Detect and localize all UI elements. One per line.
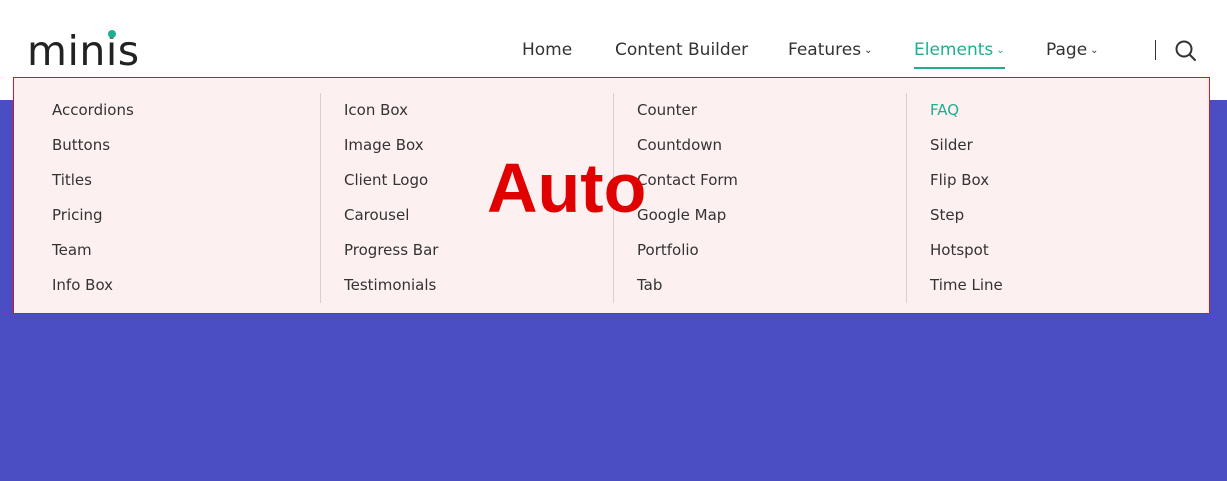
menu-item-client-logo[interactable]: Client Logo	[344, 170, 428, 190]
menu-item-image-box[interactable]: Image Box	[344, 135, 424, 155]
menu-item-step[interactable]: Step	[930, 205, 964, 225]
chevron-down-icon: ⌄	[864, 45, 873, 56]
nav-item-label: Home	[522, 40, 573, 60]
menu-item-icon-box[interactable]: Icon Box	[344, 100, 408, 120]
mega-menu-column-4: FAQ Silder Flip Box Step Hotspot Time Li…	[906, 93, 1198, 303]
menu-item-contact-form[interactable]: Contact Form	[637, 170, 738, 190]
nav-item-content-builder[interactable]: Content Builder	[615, 38, 748, 62]
auto-annotation-label: Auto	[487, 149, 647, 227]
menu-item-flip-box[interactable]: Flip Box	[930, 170, 989, 190]
nav-item-label: Features	[788, 40, 862, 60]
menu-item-info-box[interactable]: Info Box	[52, 275, 113, 295]
logo-dot	[107, 30, 116, 38]
mega-menu-column-1: Accordions Buttons Titles Pricing Team I…	[52, 93, 344, 303]
menu-item-countdown[interactable]: Countdown	[637, 135, 722, 155]
column-divider	[320, 93, 321, 303]
nav-item-features[interactable]: Features ⌄	[788, 38, 873, 65]
nav-divider	[1155, 40, 1156, 60]
menu-item-tab[interactable]: Tab	[637, 275, 662, 295]
menu-item-buttons[interactable]: Buttons	[52, 135, 110, 155]
menu-item-carousel[interactable]: Carousel	[344, 205, 409, 225]
menu-item-hotspot[interactable]: Hotspot	[930, 240, 989, 260]
nav-item-elements[interactable]: Elements ⌄	[914, 38, 1005, 69]
menu-item-faq[interactable]: FAQ	[930, 100, 959, 120]
menu-item-pricing[interactable]: Pricing	[52, 205, 103, 225]
nav-item-label: Elements	[914, 40, 994, 60]
nav-item-home[interactable]: Home	[522, 38, 572, 62]
menu-item-google-map[interactable]: Google Map	[637, 205, 726, 225]
menu-item-testimonials[interactable]: Testimonials	[344, 275, 436, 295]
search-icon[interactable]	[1175, 40, 1197, 62]
column-divider	[906, 93, 907, 303]
nav-item-label: Content Builder	[615, 40, 749, 60]
menu-item-accordions[interactable]: Accordions	[52, 100, 134, 120]
menu-item-team[interactable]: Team	[52, 240, 92, 260]
menu-item-progress-bar[interactable]: Progress Bar	[344, 240, 438, 260]
menu-item-portfolio[interactable]: Portfolio	[637, 240, 699, 260]
nav-item-label: Page	[1046, 40, 1088, 60]
chevron-down-icon: ⌄	[996, 45, 1005, 56]
mega-menu-column-3: Counter Countdown Contact Form Google Ma…	[613, 93, 905, 303]
menu-item-counter[interactable]: Counter	[637, 100, 697, 120]
menu-item-time-line[interactable]: Time Line	[930, 275, 1003, 295]
main-nav: Home Content Builder Features ⌄ Elements ⌄…	[0, 38, 1227, 69]
menu-item-titles[interactable]: Titles	[52, 170, 92, 190]
menu-item-silder[interactable]: Silder	[930, 135, 973, 155]
chevron-down-icon: ⌄	[1090, 45, 1099, 56]
nav-item-page[interactable]: Page ⌄	[1046, 38, 1099, 65]
